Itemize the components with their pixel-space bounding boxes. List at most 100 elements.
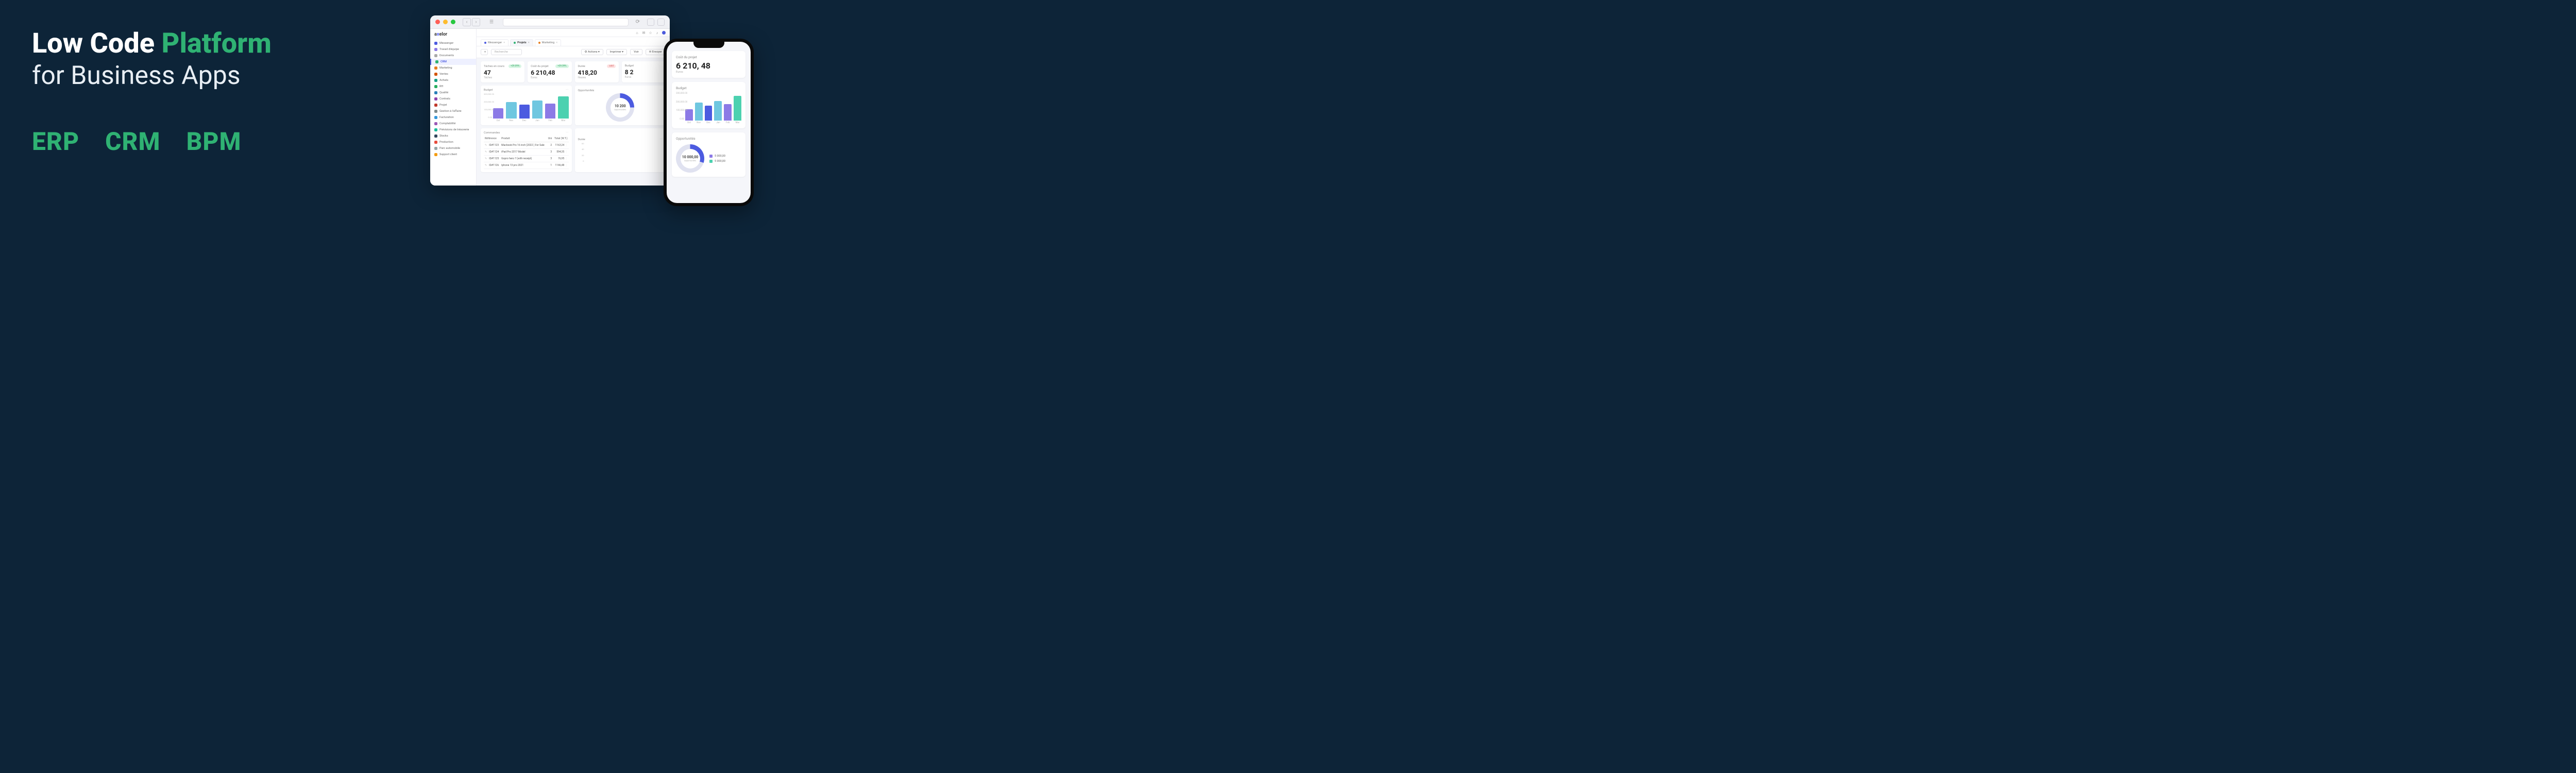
sidebar-item-6[interactable]: Achats <box>430 77 476 83</box>
phone-cost-title: Coût du projet <box>676 55 741 59</box>
orders-title: Commandes <box>484 131 500 135</box>
sidebar-icon <box>434 85 437 88</box>
sidebar-item-14[interactable]: Prévisions de trésorerie <box>430 127 476 133</box>
tab-dot-icon <box>484 42 486 44</box>
bar <box>558 96 568 119</box>
sidebar-item-5[interactable]: Ventes <box>430 71 476 77</box>
sidebar-item-13[interactable]: Comptabilité <box>430 121 476 127</box>
sidebar-item-15[interactable]: Stocks <box>430 133 476 139</box>
browser-window: ‹ › ☰ ⟳ axelor MessengerTravail d'équipe… <box>430 15 670 186</box>
sidebar-icon <box>435 60 438 63</box>
edit-icon[interactable]: ✎ <box>485 157 489 160</box>
column-header[interactable]: Uni <box>547 136 553 142</box>
ytick: 40 <box>578 148 584 150</box>
home-icon[interactable]: ⌂ <box>635 31 639 35</box>
sidebar-item-11[interactable]: Gestion à l'affaire <box>430 108 476 114</box>
close-icon[interactable]: × <box>528 41 530 44</box>
cell-product: Gopro hero 7 (with receipt) <box>500 156 547 162</box>
chart-menu-icon[interactable]: ⋯ <box>566 131 569 135</box>
ytick: 100,000.00 <box>676 109 684 112</box>
edit-icon[interactable]: ✎ <box>485 150 489 154</box>
sidebar-item-4[interactable]: Marketing <box>430 65 476 71</box>
close-icon[interactable]: × <box>556 41 557 44</box>
sidebar-item-2[interactable]: Documents <box>430 53 476 59</box>
back-icon[interactable]: ‹ <box>463 18 471 26</box>
column-header[interactable]: Référence <box>484 136 500 142</box>
sidebar-icon <box>434 66 437 70</box>
column-header[interactable]: Total (W.T.) <box>553 136 568 142</box>
logo[interactable]: axelor <box>430 31 476 40</box>
sidebar-item-label: Ventes <box>439 73 448 76</box>
xtick: Feb <box>545 120 555 122</box>
view-button[interactable]: Voir <box>630 49 642 55</box>
edit-icon[interactable]: ✎ <box>485 144 489 147</box>
minimize-icon[interactable] <box>443 20 448 24</box>
hero-line1b: Platform <box>161 27 271 60</box>
tabs: Messenger×Projets×Marketing× <box>477 37 670 46</box>
bar <box>734 96 741 121</box>
toolbar-icons <box>647 19 665 26</box>
sidebar-item-16[interactable]: Production <box>430 139 476 145</box>
sidebar-item-0[interactable]: Messenger <box>430 40 476 46</box>
sidebar-item-9[interactable]: Contrats <box>430 96 476 102</box>
row-menu-icon[interactable]: ⋮ <box>565 164 568 167</box>
cell-product: iPad Pro 2017 Model <box>500 149 547 156</box>
kpi-budget-cut: Budget 8 2 Euros <box>622 61 666 82</box>
forward-icon[interactable]: › <box>472 18 480 26</box>
chart-menu-icon[interactable]: ⋯ <box>660 138 663 141</box>
edit-icon[interactable]: ✎ <box>485 164 489 167</box>
send-button[interactable]: ✉ Envoyer <box>646 49 666 55</box>
mail-icon[interactable]: ✉ <box>642 31 646 35</box>
kpi-cost-pill: +39.09% <box>555 64 568 68</box>
sidebar-icon <box>434 128 437 131</box>
bell-icon[interactable]: ♪ <box>655 31 659 35</box>
row-menu-icon[interactable]: ⋮ <box>565 150 568 154</box>
table-row[interactable]: ✎ID#1125Gopro hero 7 (with receipt)376,9… <box>484 156 569 162</box>
sidebar-item-3[interactable]: CRM <box>430 59 476 65</box>
sidebar-item-7[interactable]: RH <box>430 83 476 90</box>
table-row[interactable]: ✎ID#1126Iphone 13 pro 202111146,48 ⋮ <box>484 162 569 169</box>
sidebar-item-17[interactable]: Parc automobile <box>430 145 476 152</box>
address-bar[interactable] <box>503 18 629 26</box>
duration-chart: Durée⋯ 6040200 <box>575 128 666 172</box>
close-icon[interactable] <box>435 20 440 24</box>
avatar[interactable] <box>662 31 666 35</box>
tab-0[interactable]: Messenger× <box>481 39 509 46</box>
maximize-icon[interactable] <box>451 20 455 24</box>
row-menu-icon[interactable]: ⋮ <box>565 144 568 147</box>
kpi-tasks: Tâches en cours+39.09% 47 Tâches <box>481 61 524 82</box>
refresh-icon[interactable]: ⟳ <box>636 19 640 25</box>
sidebar-item-18[interactable]: Support client <box>430 152 476 158</box>
table-row[interactable]: ✎ID#1124iPad Pro 2017 Model3594,35 ⋮ <box>484 149 569 156</box>
xtick: Dec <box>519 120 530 122</box>
column-header[interactable]: Produit <box>500 136 547 142</box>
star-icon[interactable]: ☆ <box>649 31 652 35</box>
tabs-icon[interactable] <box>657 19 665 26</box>
xtick: Nov <box>506 120 516 122</box>
chart-menu-icon[interactable]: ⋯ <box>566 89 569 92</box>
print-button[interactable]: Imprimer ▾ <box>606 49 627 55</box>
search-input[interactable]: Recherche <box>491 49 522 55</box>
phone-opp-label: Opportunités <box>684 159 696 162</box>
tab-1[interactable]: Projets× <box>510 39 533 46</box>
close-icon[interactable]: × <box>503 41 505 44</box>
sidebar-item-1[interactable]: Travail d'équipe <box>430 46 476 53</box>
tab-label: Messenger <box>488 41 502 44</box>
table-row[interactable]: ✎ID#1123Macbook Pro 16 inch (2022 ) For … <box>484 142 569 149</box>
kpi-duration: Duréecold 418,20 Heures <box>575 61 619 82</box>
row-menu-icon[interactable]: ⋮ <box>565 157 568 160</box>
sidebar-item-12[interactable]: Facturation <box>430 114 476 121</box>
chart-menu-icon[interactable]: ⋯ <box>660 89 663 92</box>
sidebar-toggle-icon[interactable]: ☰ <box>487 18 496 26</box>
bar <box>545 104 555 119</box>
phone-donut: 10 000,00 Opportunités <box>676 144 704 173</box>
ytick: 300,000.00 <box>676 92 684 95</box>
sidebar-item-label: Projet <box>439 104 447 107</box>
add-button[interactable]: + <box>481 49 488 55</box>
tab-2[interactable]: Marketing× <box>535 39 562 46</box>
sidebar-item-label: Stocks <box>439 135 448 138</box>
share-icon[interactable] <box>647 19 654 26</box>
sidebar-item-8[interactable]: Qualité <box>430 90 476 96</box>
actions-button[interactable]: ⚙ Actions ▾ <box>581 49 603 55</box>
sidebar-item-10[interactable]: Projet <box>430 102 476 108</box>
